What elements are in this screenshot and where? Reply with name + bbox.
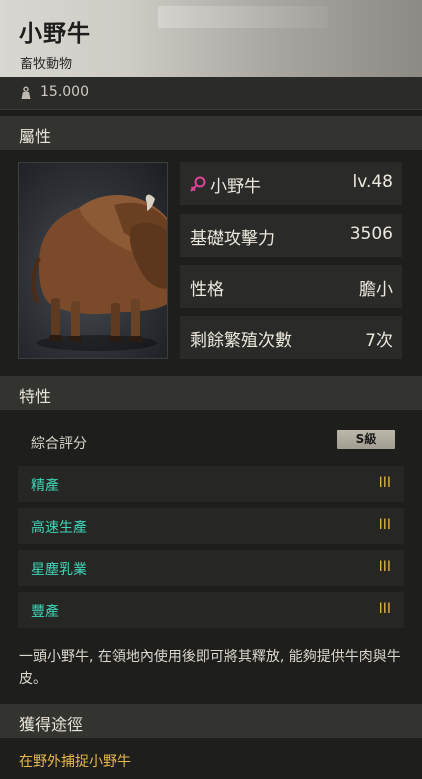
item-title: 小野牛 — [19, 21, 91, 47]
trait-rank: III — [378, 559, 391, 575]
traits-heading: 特性 — [0, 376, 422, 410]
stat-value: 膽小 — [359, 280, 393, 300]
item-category: 畜牧動物 — [20, 57, 73, 72]
stat-label: 基礎攻擊力 — [190, 229, 275, 249]
trait-row[interactable]: 豐產 III — [18, 592, 404, 628]
bison-image — [31, 194, 167, 351]
acquire-heading: 獲得途徑 — [0, 704, 422, 738]
traits-heading-label: 特性 — [19, 387, 52, 406]
overall-score-label: 綜合評分 — [31, 436, 87, 452]
trait-rank: III — [378, 517, 391, 533]
item-header: 小野牛 畜牧動物 — [0, 0, 422, 77]
female-icon — [190, 176, 206, 192]
trait-name: 精產 — [31, 478, 59, 494]
weight-row: 15.000 — [0, 77, 422, 110]
overall-score-row: 綜合評分 S級 — [18, 424, 404, 460]
creature-name: 小野牛 — [210, 177, 261, 197]
trait-name: 星塵乳業 — [31, 562, 87, 578]
stat-value: 3506 — [349, 224, 393, 244]
creature-level: lv.48 — [352, 172, 394, 192]
stat-label: 剩餘繁殖次數 — [190, 331, 292, 351]
creature-portrait — [18, 162, 168, 359]
acquire-source: 在野外捕捉小野牛 — [19, 754, 131, 770]
attributes-heading: 屬性 — [0, 116, 422, 150]
header-background-decoration — [158, 6, 328, 28]
score-badge: S級 — [337, 430, 395, 449]
stat-row: 剩餘繁殖次數 7次 — [180, 316, 402, 359]
trait-name: 高速生產 — [31, 520, 87, 536]
trait-rank: III — [378, 475, 391, 491]
trait-row[interactable]: 高速生產 III — [18, 508, 404, 544]
item-description: 一頭小野牛, 在領地內使用後即可將其釋放, 能夠提供牛肉與牛皮。 — [19, 649, 401, 687]
stat-label: 性格 — [190, 280, 224, 300]
trait-name: 豐產 — [31, 604, 59, 620]
stat-row: 性格 膽小 — [180, 265, 402, 308]
stat-row: 基礎攻擊力 3506 — [180, 214, 402, 257]
acquire-heading-label: 獲得途徑 — [19, 715, 84, 734]
weight-value: 15.000 — [40, 84, 89, 100]
attributes-heading-label: 屬性 — [19, 127, 52, 146]
weight-icon — [21, 86, 31, 99]
trait-rank: III — [378, 601, 391, 617]
trait-row[interactable]: 星塵乳業 III — [18, 550, 404, 586]
trait-row[interactable]: 精產 III — [18, 466, 404, 502]
stat-name-level: 小野牛 lv.48 — [180, 162, 402, 205]
stat-value: 7次 — [365, 331, 393, 351]
